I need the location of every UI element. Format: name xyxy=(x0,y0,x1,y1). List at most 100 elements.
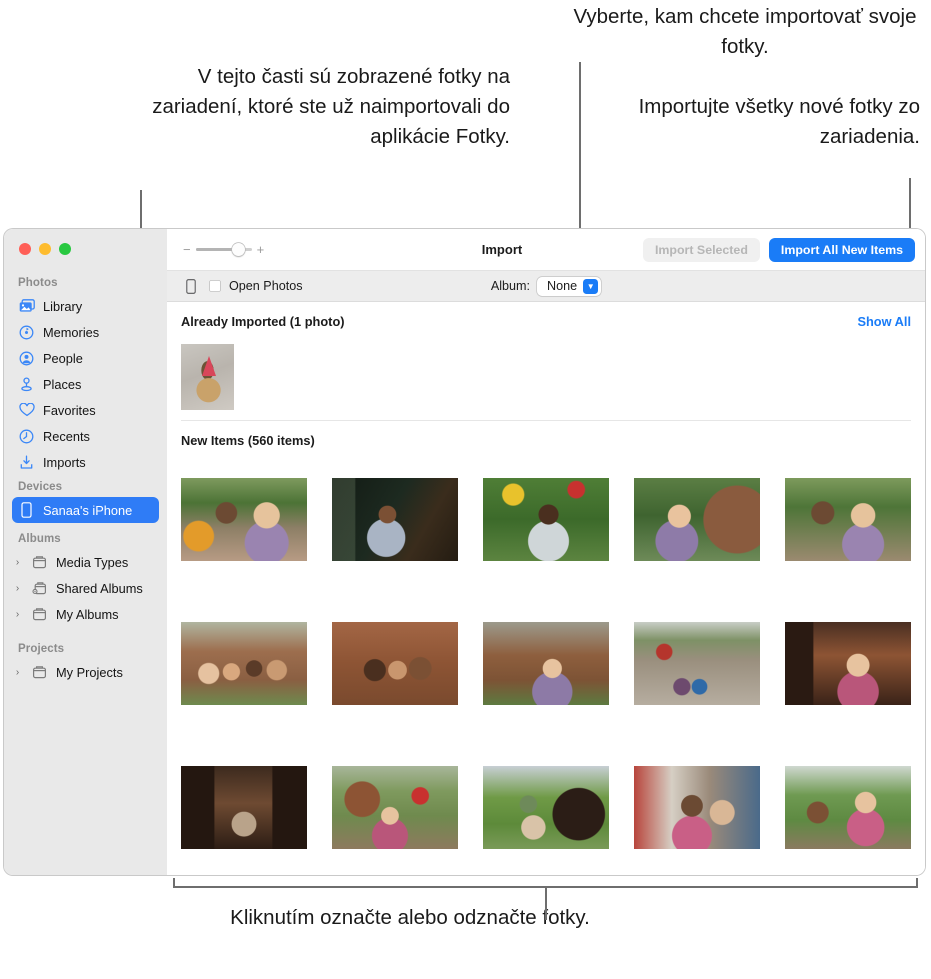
sidebar-item-label: Media Types xyxy=(56,555,128,570)
import-icon xyxy=(18,454,35,471)
sidebar-item-label: My Projects xyxy=(56,665,123,680)
new-items-row xyxy=(167,766,925,849)
sidebar-section-projects-title: Projects xyxy=(4,641,167,659)
leader-line-bottom-stem xyxy=(545,888,547,920)
callout-right-text: Importujte všetky nové fotky zo zariaden… xyxy=(620,92,920,152)
slider-track[interactable] xyxy=(196,248,252,251)
sidebar-item-label: Recents xyxy=(43,429,90,444)
import-selected-button[interactable]: Import Selected xyxy=(643,238,760,262)
sidebar-item-shared-albums[interactable]: › Shared Albums xyxy=(12,575,159,601)
sidebar-item-label: Favorites xyxy=(43,403,96,418)
callout-left-text: V tejto časti sú zobrazené fotky na zari… xyxy=(118,62,510,152)
photo-thumbnail[interactable] xyxy=(483,478,609,561)
photo-thumbnail[interactable] xyxy=(785,478,911,561)
zoom-in-label[interactable]: + xyxy=(257,242,265,257)
photo-thumbnail[interactable] xyxy=(483,766,609,849)
sidebar-item-people[interactable]: People xyxy=(12,345,159,371)
sidebar-item-label: Imports xyxy=(43,455,86,470)
sidebar-item-library[interactable]: Library xyxy=(12,293,159,319)
sidebar-item-label: Sanaa's iPhone xyxy=(43,503,132,518)
import-all-new-items-button[interactable]: Import All New Items xyxy=(769,238,915,262)
thumbnail-size-slider[interactable]: − + xyxy=(183,242,264,257)
sidebar-item-label: Shared Albums xyxy=(56,581,143,596)
chevron-right-icon[interactable]: › xyxy=(12,667,23,678)
photo-thumbnail[interactable] xyxy=(785,622,911,705)
photos-app-window: Photos Library Memories People Places xyxy=(4,229,925,875)
chevron-right-icon[interactable]: › xyxy=(12,583,23,594)
callout-bottom-text: Kliknutím označte alebo odznačte fotky. xyxy=(210,903,610,933)
callout-top-right-text: Vyberte, kam chcete importovať svoje fot… xyxy=(560,2,930,62)
photo-thumbnail[interactable] xyxy=(332,478,458,561)
already-imported-header: Already Imported (1 photo) Show All xyxy=(167,302,925,329)
new-items-row xyxy=(167,478,925,561)
folder-icon xyxy=(31,554,48,571)
album-popup-button[interactable]: None ▼ xyxy=(537,277,601,296)
photo-thumbnail[interactable] xyxy=(332,622,458,705)
iphone-icon xyxy=(18,502,35,519)
slider-knob[interactable] xyxy=(232,243,245,256)
iphone-icon xyxy=(183,279,199,294)
toolbar-buttons: Import Selected Import All New Items xyxy=(643,238,915,262)
already-imported-heading: Already Imported (1 photo) xyxy=(181,314,345,329)
photo-thumbnail[interactable] xyxy=(181,344,234,410)
photo-thumbnail[interactable] xyxy=(634,622,760,705)
photo-thumbnail[interactable] xyxy=(634,766,760,849)
toolbar: − + Import Import Selected Import All Ne… xyxy=(167,229,925,271)
sidebar: Photos Library Memories People Places xyxy=(4,229,167,875)
sidebar-section-photos-title: Photos xyxy=(4,275,167,293)
close-button[interactable] xyxy=(19,243,31,255)
photo-thumbnail[interactable] xyxy=(181,622,307,705)
sidebar-item-sanaas-iphone[interactable]: Sanaa's iPhone xyxy=(12,497,159,523)
open-photos-checkbox[interactable] xyxy=(209,280,221,292)
album-selected-value: None xyxy=(547,279,577,293)
album-label: Album: xyxy=(491,279,530,293)
photo-thumbnail[interactable] xyxy=(785,766,911,849)
sidebar-item-media-types[interactable]: › Media Types xyxy=(12,549,159,575)
heart-icon xyxy=(18,402,35,419)
photo-thumbnail[interactable] xyxy=(483,622,609,705)
photo-thumbnail[interactable] xyxy=(634,478,760,561)
sidebar-item-my-projects[interactable]: › My Projects xyxy=(12,659,159,685)
photo-thumbnail[interactable] xyxy=(332,766,458,849)
sidebar-item-label: Memories xyxy=(43,325,99,340)
sidebar-item-my-albums[interactable]: › My Albums xyxy=(12,601,159,627)
leader-bracket-bottom-right-tick xyxy=(916,878,918,888)
main-area: − + Import Import Selected Import All Ne… xyxy=(167,229,925,875)
sidebar-item-recents[interactable]: Recents xyxy=(12,423,159,449)
new-items-row xyxy=(167,622,925,705)
zoom-out-label[interactable]: − xyxy=(183,242,191,257)
open-photos-label: Open Photos xyxy=(229,279,303,293)
people-icon xyxy=(18,350,35,367)
import-content-scroll-area[interactable]: Already Imported (1 photo) Show All New … xyxy=(167,302,925,875)
sidebar-item-label: My Albums xyxy=(56,607,119,622)
sidebar-item-label: Places xyxy=(43,377,81,392)
zoom-button[interactable] xyxy=(59,243,71,255)
toolbar-title-text: Import xyxy=(482,242,522,257)
folder-icon xyxy=(31,664,48,681)
chevron-down-icon[interactable]: ▼ xyxy=(583,279,598,294)
window-controls[interactable] xyxy=(19,243,71,255)
sidebar-item-label: Library xyxy=(43,299,82,314)
import-options-bar: Open Photos Album: None ▼ xyxy=(167,271,925,302)
photo-thumbnail[interactable] xyxy=(181,766,307,849)
chevron-right-icon[interactable]: › xyxy=(12,557,23,568)
clock-icon xyxy=(18,428,35,445)
folder-icon xyxy=(31,606,48,623)
chevron-right-icon[interactable]: › xyxy=(12,609,23,620)
leader-bracket-bottom-left-tick xyxy=(173,878,175,888)
sidebar-section-devices-title: Devices xyxy=(4,475,167,497)
memories-icon xyxy=(18,324,35,341)
sidebar-item-label: People xyxy=(43,351,83,366)
already-imported-thumbnail-row xyxy=(167,344,925,410)
sidebar-item-imports[interactable]: Imports xyxy=(12,449,159,475)
library-icon xyxy=(18,298,35,315)
sidebar-section-albums-title: Albums xyxy=(4,531,167,549)
sidebar-item-favorites[interactable]: Favorites xyxy=(12,397,159,423)
sidebar-item-memories[interactable]: Memories xyxy=(12,319,159,345)
sidebar-item-places[interactable]: Places xyxy=(12,371,159,397)
show-all-link[interactable]: Show All xyxy=(857,314,911,329)
photo-thumbnail[interactable] xyxy=(181,478,307,561)
shared-folder-icon xyxy=(31,580,48,597)
new-items-header: New Items (560 items) xyxy=(167,421,925,448)
minimize-button[interactable] xyxy=(39,243,51,255)
